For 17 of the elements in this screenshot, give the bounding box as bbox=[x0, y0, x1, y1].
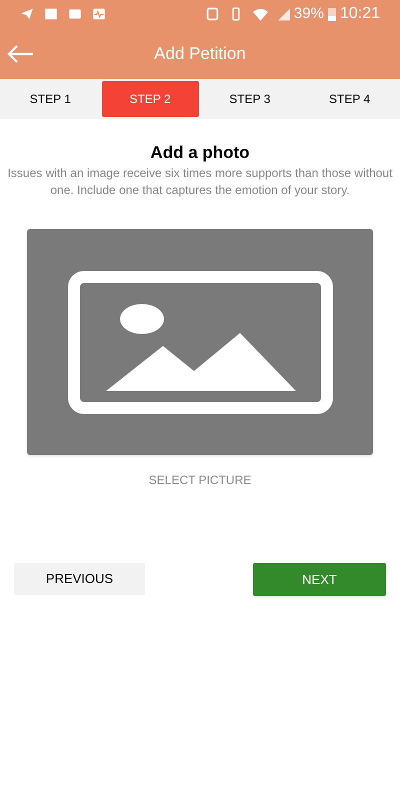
wifi-icon bbox=[252, 8, 268, 20]
step-tab[interactable]: STEP 2 bbox=[102, 81, 198, 117]
image-placeholder-icon bbox=[68, 270, 332, 414]
screen-title: Add Petition bbox=[154, 42, 246, 65]
battery-icon bbox=[328, 7, 336, 21]
description: Issues with an image receive six times more supports than those without one. Include one that captures the emotion of your story. bbox=[6, 165, 394, 199]
page-heading: Add a photo bbox=[150, 143, 250, 163]
image-icon bbox=[68, 7, 82, 21]
next-button[interactable]: NEXT bbox=[253, 563, 386, 596]
back-arrow-icon bbox=[6, 44, 34, 64]
activity-icon bbox=[92, 7, 106, 21]
send-icon bbox=[20, 7, 34, 21]
previous-button[interactable]: PREVIOUS bbox=[14, 563, 145, 595]
photo-placeholder[interactable] bbox=[27, 229, 373, 455]
battery-percentage: 39% bbox=[294, 4, 324, 24]
select-picture-label: SELECT PICTURE bbox=[148, 472, 252, 489]
clock: 10:21 bbox=[340, 4, 380, 24]
